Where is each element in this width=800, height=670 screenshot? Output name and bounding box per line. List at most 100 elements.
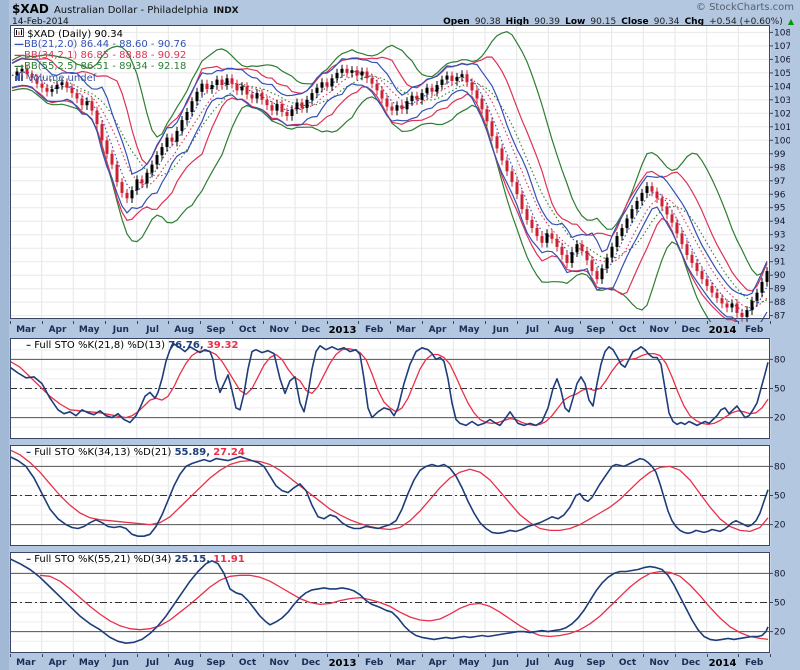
- svg-text:101: 101: [774, 123, 790, 133]
- svg-text:103: 103: [774, 96, 790, 106]
- stoch2-k-value: 55.89,: [175, 447, 210, 458]
- month-label: Sep: [586, 658, 605, 668]
- stochastic-panel-2: 805020: [10, 445, 790, 547]
- axis-tick: [232, 654, 233, 657]
- axis-tick: [612, 321, 613, 324]
- month-label: Jun: [113, 325, 129, 335]
- svg-text:100: 100: [774, 136, 790, 146]
- month-label: Jul: [146, 325, 159, 335]
- svg-text:108: 108: [774, 28, 790, 38]
- axis-tick: [200, 654, 201, 657]
- axis-tick: [200, 321, 201, 324]
- month-label: Sep: [206, 325, 225, 335]
- month-label: Feb: [745, 658, 763, 668]
- month-label: Mar: [396, 325, 415, 335]
- month-label: Jul: [146, 658, 159, 668]
- month-label: Nov: [649, 325, 669, 335]
- axis-tick: [263, 321, 264, 324]
- month-label: May: [79, 658, 100, 668]
- legend-bb55: —BB(55,2.5) 86.51 - 89.34 - 92.18: [14, 61, 186, 72]
- svg-text:99: 99: [774, 150, 786, 160]
- stoch2-label: Full STO %K(34,13) %D(21): [34, 447, 171, 458]
- axis-tick: [548, 654, 549, 657]
- month-label: Feb: [365, 658, 383, 668]
- svg-text:96: 96: [774, 190, 786, 200]
- svg-text:98: 98: [774, 163, 786, 173]
- exchange: INDX: [213, 6, 238, 16]
- svg-text:89: 89: [774, 285, 786, 295]
- month-label: Oct: [239, 658, 256, 668]
- month-label: Jun: [493, 658, 509, 668]
- axis-tick: [517, 321, 518, 324]
- axis-tick: [73, 321, 74, 324]
- month-label: Mar: [396, 658, 415, 668]
- axis-tick: [232, 321, 233, 324]
- axis-tick: [738, 654, 739, 657]
- axis-tick: [548, 321, 549, 324]
- month-label: Jul: [526, 325, 539, 335]
- axis-tick: [422, 321, 423, 324]
- month-label: Jul: [526, 658, 539, 668]
- svg-text:80: 80: [774, 569, 786, 579]
- svg-text:88: 88: [774, 298, 786, 308]
- month-label: Aug: [554, 325, 574, 335]
- svg-text:107: 107: [774, 42, 790, 52]
- axis-tick: [358, 321, 359, 324]
- axis-tick: [295, 321, 296, 324]
- svg-text:93: 93: [774, 231, 785, 241]
- year-label: 2013: [329, 325, 357, 336]
- chart-legend: $XAD (Daily) 90.34 —BB(21,2.0) 86.44 - 8…: [14, 28, 186, 83]
- stoch1-line-icon: –: [26, 340, 31, 351]
- month-label: Apr: [429, 658, 447, 668]
- svg-text:90: 90: [774, 271, 786, 281]
- svg-text:95: 95: [774, 204, 785, 214]
- stoch3-d-value: 11.91: [213, 554, 245, 565]
- month-label: Feb: [365, 325, 383, 335]
- volume-icon: [14, 72, 24, 81]
- axis-tick: [612, 654, 613, 657]
- axis-tick: [263, 654, 264, 657]
- axis-tick: [453, 321, 454, 324]
- svg-text:80: 80: [774, 462, 786, 472]
- legend-bb34: —BB(34,2.1) 86.85 - 88.88 - 90.92: [14, 50, 186, 61]
- axis-tick: [675, 321, 676, 324]
- month-label: Apr: [429, 325, 447, 335]
- sharpchart-icon: [14, 28, 24, 37]
- month-label: Aug: [174, 325, 194, 335]
- legend-bb21: —BB(21,2.0) 86.44 - 88.60 - 90.76: [14, 39, 186, 50]
- axis-tick: [643, 321, 644, 324]
- x-axis-months-bottom: MarAprMayJunJulAugSepOctNovDec2013FebMar…: [0, 654, 800, 670]
- stoch2-line-icon: –: [26, 447, 31, 458]
- stoch1-label: Full STO %K(21,8) %D(13): [34, 340, 165, 351]
- stoch3-label: Full STO %K(55,21) %D(34): [34, 554, 171, 565]
- axis-tick: [580, 321, 581, 324]
- year-label: 2014: [709, 658, 737, 669]
- axis-tick: [580, 654, 581, 657]
- svg-text:104: 104: [774, 82, 790, 92]
- svg-text:97: 97: [774, 177, 785, 187]
- axis-tick: [358, 654, 359, 657]
- month-label: Dec: [681, 658, 700, 668]
- month-label: Feb: [745, 325, 763, 335]
- bb34-line-icon: —: [14, 50, 24, 61]
- axis-tick: [137, 654, 138, 657]
- x-axis-months-top: MarAprMayJunJulAugSepOctNovDec2013FebMar…: [0, 321, 800, 337]
- stockcharts-page: $XAD Australian Dollar - Philadelphia IN…: [0, 0, 800, 670]
- month-label: May: [459, 658, 480, 668]
- axis-tick: [453, 654, 454, 657]
- month-label: Nov: [649, 658, 669, 668]
- month-label: May: [459, 325, 480, 335]
- svg-text:94: 94: [774, 217, 786, 227]
- axis-tick: [42, 654, 43, 657]
- axis-tick: [485, 321, 486, 324]
- stoch2-d-value: 27.24: [213, 447, 245, 458]
- month-label: Mar: [16, 325, 35, 335]
- axis-tick: [327, 321, 328, 324]
- axis-tick: [295, 654, 296, 657]
- month-label: Mar: [16, 658, 35, 668]
- stoch1-k-value: 76.76,: [168, 340, 203, 351]
- month-label: Aug: [554, 658, 574, 668]
- month-label: Dec: [301, 658, 320, 668]
- month-label: Oct: [619, 325, 636, 335]
- axis-tick: [42, 321, 43, 324]
